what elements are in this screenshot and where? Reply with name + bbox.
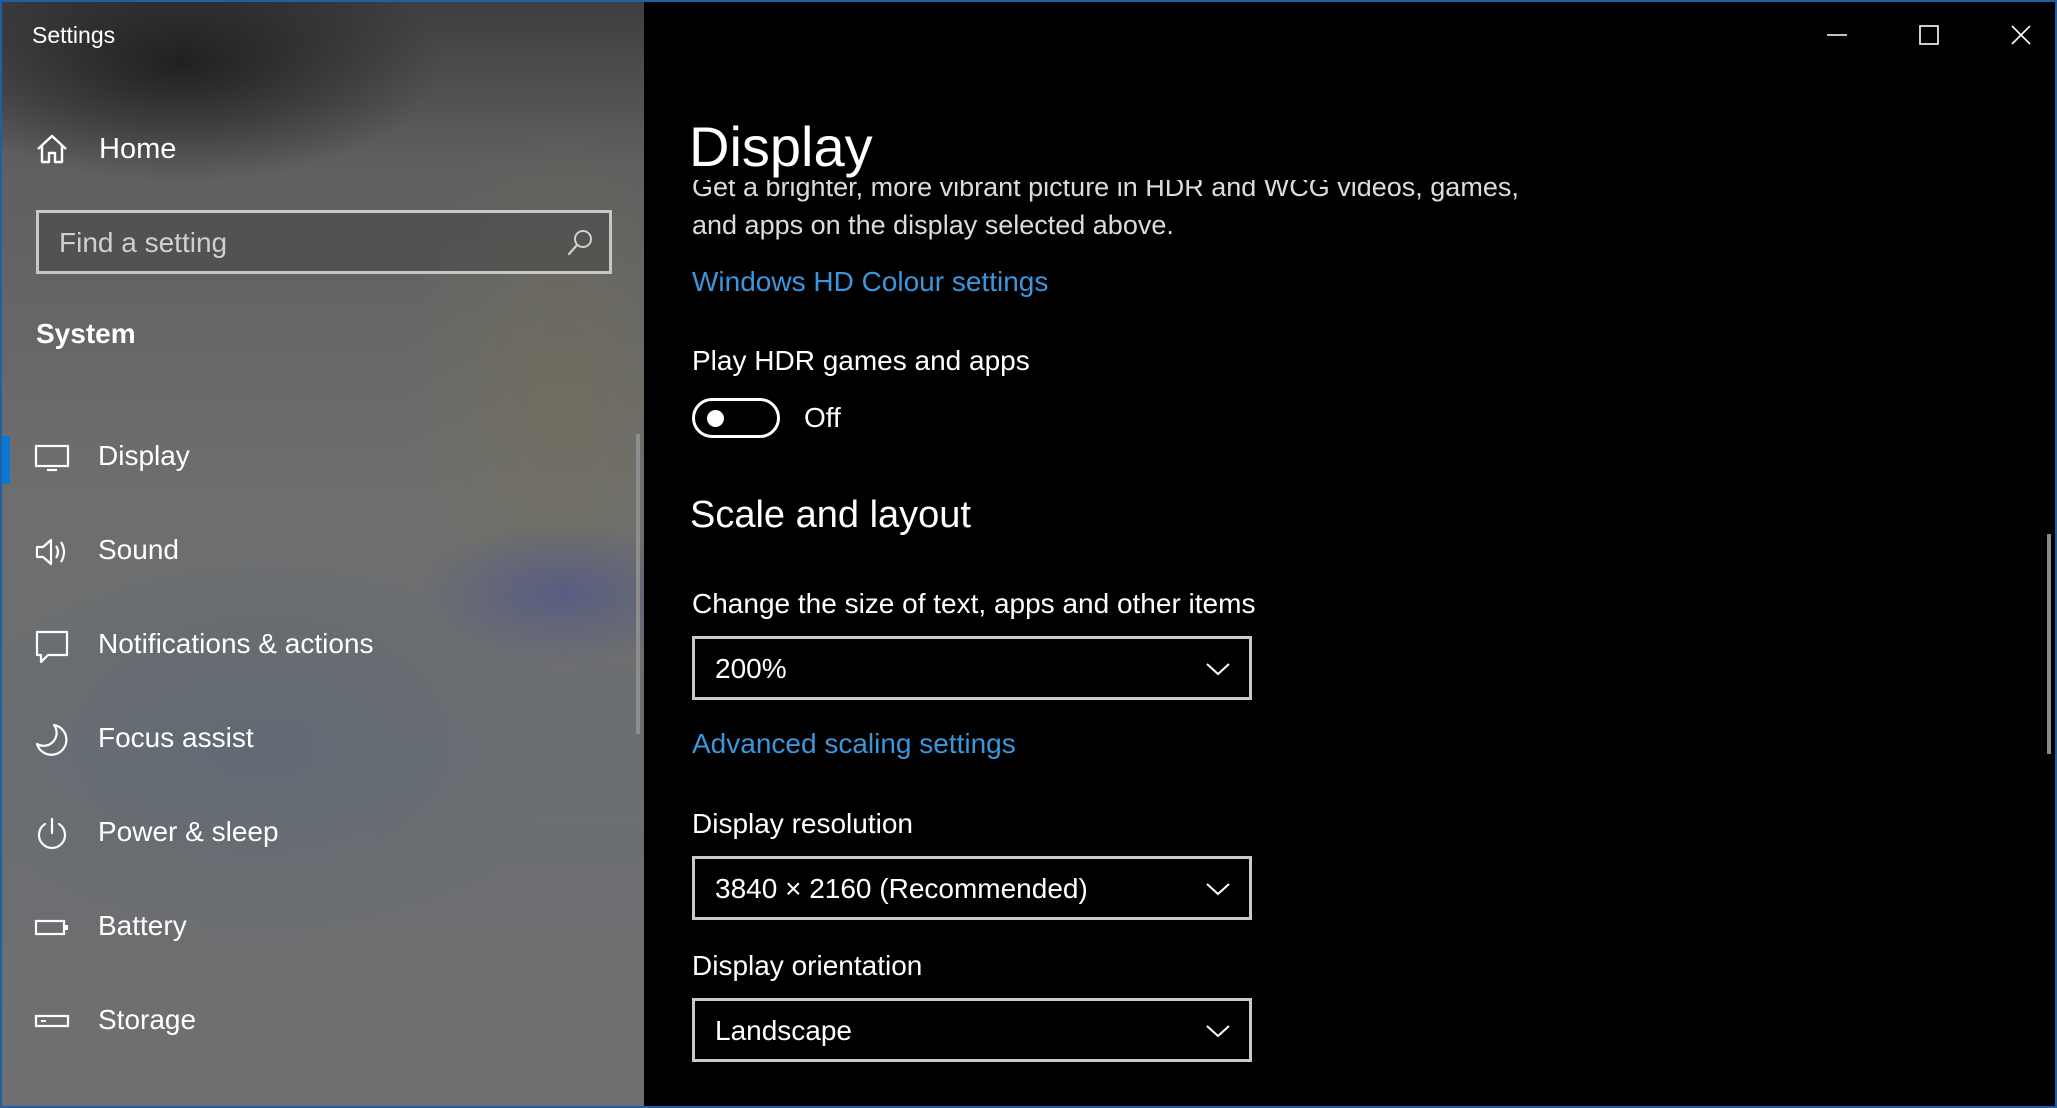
sidebar-item-label: Battery [98,910,187,941]
sidebar-item-sound[interactable]: Sound [2,506,632,596]
sidebar-item-storage[interactable]: Storage [2,976,632,1066]
content-scrollbar[interactable] [2047,534,2051,754]
sidebar-item-focus-assist[interactable]: Focus assist [2,694,632,784]
battery-icon [34,919,68,936]
sidebar-home-label: Home [99,132,177,165]
sidebar-home[interactable]: Home [35,126,176,172]
sidebar-item-battery[interactable]: Battery [2,882,632,972]
power-icon [37,817,67,849]
play-hdr-toggle[interactable] [692,398,780,438]
toggle-knob [707,410,724,427]
search-box[interactable] [36,210,612,274]
sidebar-item-power-sleep[interactable]: Power & sleep [2,788,632,878]
scale-label: Change the size of text, apps and other … [692,588,1256,619]
storage-icon [34,1014,70,1028]
maximize-button[interactable] [1883,2,1975,68]
hd-colour-settings-link[interactable]: Windows HD Colour settings [692,266,1048,298]
sidebar: Settings Home System Display [2,2,644,1106]
sidebar-scrollbar[interactable] [636,434,640,734]
search-icon[interactable] [565,227,595,257]
scale-dropdown[interactable]: 200% [692,636,1252,700]
monitor-icon [34,444,70,472]
sidebar-item-notifications[interactable]: Notifications & actions [2,600,632,690]
scale-dropdown-value: 200% [715,653,787,684]
minimize-icon [1827,34,1847,36]
sidebar-item-display[interactable]: Display [2,412,632,502]
play-hdr-label: Play HDR games and apps [692,345,1030,376]
hdr-description-line2: and apps on the display selected above. [692,210,1174,240]
home-icon [37,134,67,164]
settings-window: Settings Home System Display [0,0,2057,1108]
speaker-icon [35,538,66,566]
chevron-down-icon [1206,663,1230,676]
content-pane: Get a brighter, more vibrant picture in … [644,2,2055,1106]
resolution-dropdown[interactable]: 3840 × 2160 (Recommended) [692,856,1252,920]
sidebar-item-label: Notifications & actions [98,628,374,659]
notification-icon [35,630,69,664]
app-title: Settings [32,22,116,48]
orientation-dropdown[interactable]: Landscape [692,998,1252,1062]
sidebar-item-label: Storage [98,1004,197,1035]
minimize-button[interactable] [1791,2,1883,68]
maximize-icon [1919,25,1939,45]
resolution-dropdown-value: 3840 × 2160 (Recommended) [715,873,1088,904]
sidebar-item-label: Power & sleep [98,816,279,847]
close-icon [2011,25,2031,45]
sidebar-item-label: Sound [98,534,179,565]
chevron-down-icon [1206,883,1230,896]
orientation-label: Display orientation [692,950,923,981]
resolution-label: Display resolution [692,808,913,839]
close-button[interactable] [1975,2,2055,68]
chevron-down-icon [1206,1025,1230,1038]
scale-layout-heading: Scale and layout [690,494,971,536]
section-label-system: System [36,318,136,349]
hdr-description-line1: Get a brighter, more vibrant picture in … [692,180,1519,202]
sidebar-item-label: Focus assist [98,722,254,753]
page-title: Display [689,115,873,178]
search-input[interactable] [39,213,561,273]
hdr-description: Get a brighter, more vibrant picture in … [692,180,1572,262]
moon-icon [35,723,68,756]
advanced-scaling-link[interactable]: Advanced scaling settings [692,728,1016,760]
play-hdr-toggle-state: Off [804,402,841,433]
orientation-dropdown-value: Landscape [715,1015,853,1046]
sidebar-item-label: Display [98,440,190,471]
